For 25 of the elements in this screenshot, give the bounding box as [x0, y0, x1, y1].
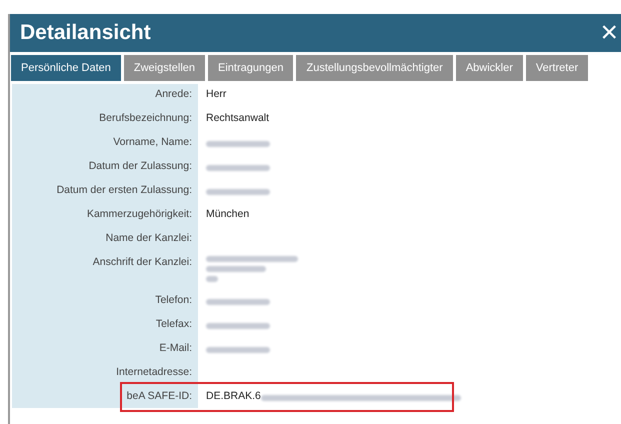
field-label: Berufsbezeichnung:: [99, 112, 192, 124]
tab[interactable]: Eintragungen: [208, 55, 294, 81]
field-label: E-Mail:: [159, 342, 192, 354]
field-value: München: [206, 208, 250, 220]
field-label: Telefax:: [156, 318, 192, 330]
close-button[interactable]: ×: [600, 18, 618, 48]
field-label: Anschrift der Kanzlei:: [92, 256, 192, 268]
field-label: Datum der Zulassung:: [88, 160, 192, 172]
field-label: Vorname, Name:: [113, 136, 192, 148]
field-label: Telefon:: [155, 294, 192, 306]
tab[interactable]: Abwickler: [456, 55, 523, 81]
field-label: Internetadresse:: [116, 366, 192, 378]
tab[interactable]: Zweigstellen: [124, 55, 206, 81]
dialog-title: Detailansicht: [20, 20, 151, 46]
tab[interactable]: Vertreter: [526, 55, 588, 81]
tab[interactable]: Zustellungsbevollmächtigter: [296, 55, 453, 81]
field-value: DE.BRAK.6: [206, 390, 261, 402]
field-label: Kammerzugehörigkeit:: [86, 208, 192, 220]
tab[interactable]: Persönliche Daten: [11, 55, 121, 81]
field-label: Name der Kanzlei:: [106, 232, 192, 244]
field-value: Herr: [206, 88, 226, 100]
field-label: beA SAFE-ID:: [126, 390, 192, 402]
field-label: Datum der ersten Zulassung:: [56, 184, 192, 196]
field-value: Rechtsanwalt: [206, 112, 270, 124]
field-label: Anrede:: [155, 88, 192, 100]
